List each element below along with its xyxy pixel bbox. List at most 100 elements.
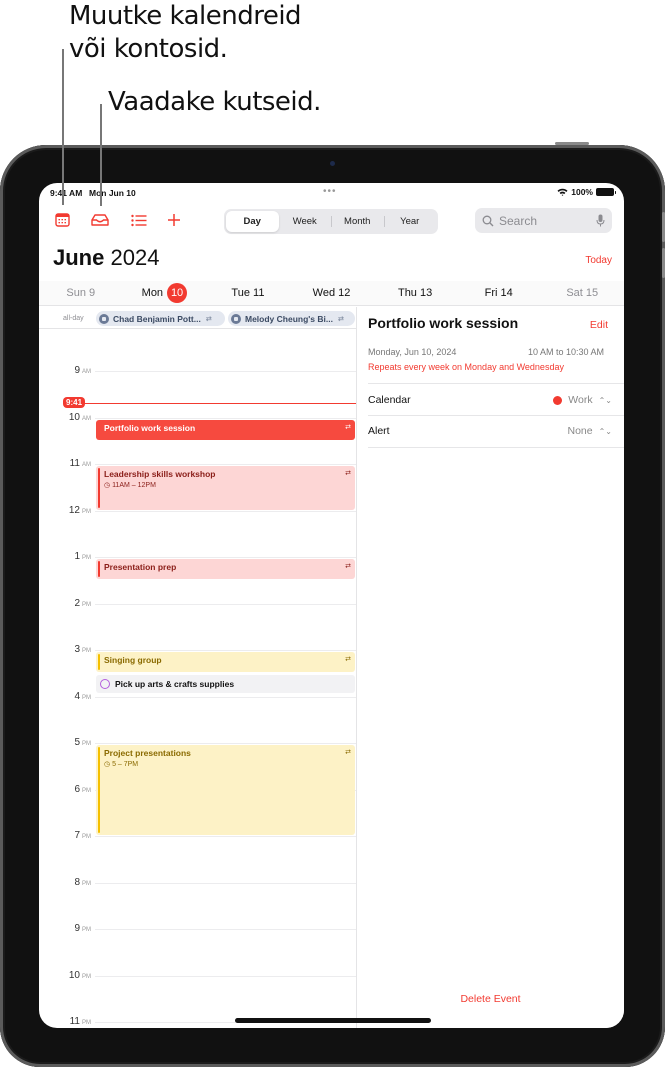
divider [368, 447, 624, 448]
hour-row: 11 AM [39, 458, 356, 469]
hour-number: 9 [74, 923, 80, 934]
event-block[interactable]: Presentation prep ⇄ [96, 559, 355, 580]
hour-label: 1 PM [39, 551, 91, 562]
today-button[interactable]: Today [585, 255, 612, 266]
hour-number: 6 [74, 783, 80, 795]
repeat-icon: ⇄ [337, 315, 344, 323]
hour-line [95, 650, 356, 651]
event-block[interactable]: Singing group ⇄ [96, 652, 355, 673]
event-block[interactable]: Pick up arts & crafts supplies [96, 675, 355, 694]
add-icon [168, 214, 180, 226]
day-tue[interactable]: Tue 11 [206, 281, 290, 305]
segment-day[interactable]: Day [226, 211, 279, 232]
day-sat[interactable]: Sat 15 [540, 281, 624, 305]
event-block[interactable]: Leadership skills workshop ◷ 11AM – 12PM ⇄ [96, 466, 355, 510]
hour-number: 8 [74, 876, 80, 888]
all-day-event[interactable]: Melody Cheung's Bi... ⇄ [228, 311, 355, 326]
event-repeat: Repeats every week on Monday and Wednesd… [368, 362, 564, 372]
segment-year[interactable]: Year [383, 211, 437, 232]
day-thu[interactable]: Thu 13 [373, 281, 457, 305]
calendar-value: Work [568, 394, 593, 406]
hour-period: PM [82, 601, 91, 608]
alert-row[interactable]: Alert None ⌃⌄ [368, 416, 612, 446]
day-label: Thu 13 [397, 287, 433, 299]
day-label: Tue 11 [231, 287, 265, 299]
segment-month[interactable]: Month [331, 211, 384, 232]
hour-number: 11 [69, 1016, 80, 1027]
event-time-text: 5 – 7PM [112, 761, 139, 768]
delete-event-button[interactable]: Delete Event [357, 993, 624, 1005]
multitasking-dots[interactable]: ••• [323, 186, 337, 197]
hour-row: 2 PM [39, 598, 356, 609]
hour-number: 3 [74, 644, 80, 655]
repeat-icon: ⇄ [345, 423, 351, 431]
list-button[interactable] [128, 209, 150, 231]
segment-week[interactable]: Week [279, 211, 332, 232]
hour-label: 10 PM [39, 970, 91, 981]
hour-line [95, 836, 356, 837]
hour-period: PM [82, 787, 91, 794]
calendar-row[interactable]: Calendar Work ⌃⌄ [368, 385, 612, 415]
calendar-color-dot [553, 395, 563, 405]
event-color-bar [98, 468, 100, 508]
day-wed[interactable]: Wed 12 [290, 281, 374, 305]
day-timeline[interactable]: 9:41 9 AM 10 AM 11 AM 12 PM 1 PM 2 PM 3 PM 4 PM 5 PM 6 PM 7 P… [39, 329, 356, 1028]
event-color-bar [98, 654, 100, 671]
edit-button[interactable]: Edit [590, 319, 608, 331]
event-block[interactable]: Project presentations ◷ 5 – 7PM ⇄ [96, 745, 355, 835]
event-color-bar [98, 561, 100, 578]
page: Muutke kalendreid või kontosid. Vaadake … [0, 0, 665, 1067]
hour-number: 12 [68, 504, 80, 516]
home-indicator[interactable] [235, 1018, 431, 1023]
hour-row: 4 PM [39, 691, 356, 702]
hour-label: 10 AM [39, 412, 91, 423]
calendars-button[interactable] [51, 209, 73, 231]
list-icon [131, 214, 147, 226]
hour-period: PM [82, 555, 91, 561]
hour-number: 4 [74, 690, 80, 702]
hour-label: 3 PM [39, 644, 91, 655]
hour-row: 10 AM [39, 412, 356, 423]
event-title: Portfolio work session [104, 422, 196, 433]
inbox-button[interactable] [89, 209, 111, 231]
status-time: 9:41 AM [50, 188, 83, 198]
day-label: Sun 9 [66, 287, 96, 299]
hour-number: 2 [74, 597, 80, 609]
day-sun[interactable]: Sun 9 [39, 281, 123, 305]
hour-period: PM [82, 508, 91, 515]
microphone-icon[interactable] [596, 214, 605, 227]
hour-line [95, 975, 356, 977]
event-title: Presentation prep [104, 562, 177, 572]
front-camera [330, 161, 335, 166]
year: 2024 [110, 245, 160, 270]
divider [368, 383, 624, 384]
hour-period: PM [82, 741, 91, 747]
callout-leader-line [62, 49, 64, 205]
all-day-event-title: Chad Benjamin Pott... [113, 313, 201, 324]
day-label: Sat 15 [566, 287, 599, 299]
hour-period: PM [82, 927, 91, 933]
day-mon[interactable]: Mon 10 [123, 281, 207, 305]
hour-label: 8 PM [39, 877, 91, 888]
event-title: Pick up arts & crafts supplies [115, 679, 235, 690]
event-color-bar [98, 747, 100, 833]
hour-row: 8 PM [39, 877, 356, 888]
hour-number: 5 [74, 737, 80, 748]
hour-row: 1 PM [39, 551, 356, 562]
clock-icon: ◷ [104, 482, 113, 489]
event-date: Monday, Jun 10, 2024 [368, 347, 457, 357]
all-day-event[interactable]: Chad Benjamin Pott... ⇄ [96, 311, 225, 326]
repeat-icon: ⇄ [345, 470, 351, 477]
callout-invitations: Vaadake kutseid. [108, 87, 321, 117]
event-block[interactable]: Portfolio work session ⇄ [96, 419, 355, 440]
hour-number: 10 [68, 411, 80, 423]
hour-label: 4 PM [39, 691, 91, 702]
add-event-button[interactable] [163, 209, 185, 231]
alert-value: None [567, 425, 593, 437]
hour-number: 1 [74, 551, 80, 562]
search-field[interactable]: Search [475, 208, 612, 233]
reminder-checkbox[interactable] [100, 679, 110, 690]
repeat-icon: ⇄ [345, 656, 351, 663]
hour-period: AM [82, 415, 91, 422]
day-fri[interactable]: Fri 14 [457, 281, 541, 305]
